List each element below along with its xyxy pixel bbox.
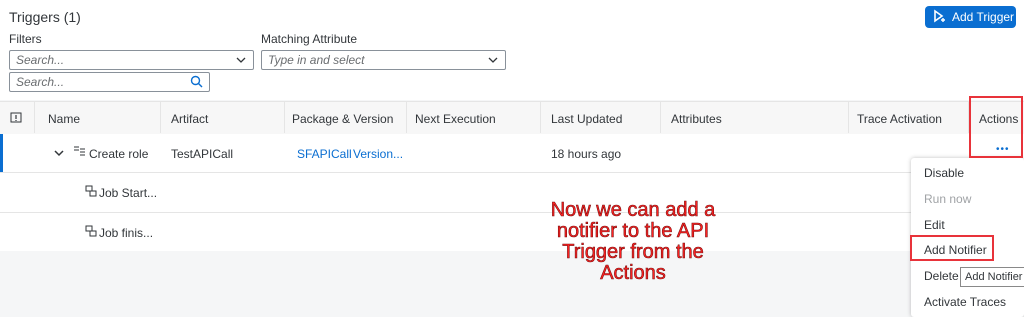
subrow-name: Job finis...	[99, 226, 154, 240]
column-header-attributes[interactable]: Attributes	[671, 112, 722, 126]
annotation-text: Now we can add a notifier to the API Tri…	[550, 199, 716, 284]
add-trigger-icon	[933, 8, 947, 26]
column-divider	[34, 101, 35, 133]
filters-label: Filters	[9, 32, 42, 46]
column-divider	[160, 101, 161, 133]
column-divider	[284, 101, 285, 133]
column-divider	[848, 101, 849, 133]
artifact-name: TestAPICall	[171, 147, 234, 161]
filters-search-input[interactable]: Search...	[9, 50, 254, 70]
column-header-name[interactable]: Name	[48, 112, 80, 126]
alert-column-icon	[10, 112, 22, 127]
add-trigger-label: Add Trigger	[952, 10, 1015, 24]
column-divider	[540, 101, 541, 133]
column-divider	[660, 101, 661, 133]
highlight-add-notifier	[910, 235, 994, 261]
subrow-name: Job Start...	[99, 186, 158, 200]
column-header-trace-activation[interactable]: Trace Activation	[857, 112, 942, 126]
job-event-icon	[85, 185, 97, 200]
search-placeholder: Search...	[16, 75, 65, 89]
trigger-name: Create role	[89, 147, 149, 161]
column-divider	[406, 101, 407, 133]
job-event-icon	[85, 225, 97, 240]
menu-item-activate-traces[interactable]: Activate Traces	[924, 295, 1006, 309]
matching-attribute-input[interactable]: Type in and select	[261, 50, 506, 70]
row-selection-indicator	[0, 134, 3, 172]
table-search-input[interactable]: Search...	[9, 72, 210, 92]
column-header-artifact[interactable]: Artifact	[171, 112, 208, 126]
filters-placeholder: Search...	[16, 53, 65, 67]
highlight-actions-column	[969, 96, 1023, 158]
search-icon[interactable]	[190, 75, 203, 91]
chevron-down-icon[interactable]	[235, 54, 247, 69]
menu-item-edit[interactable]: Edit	[924, 218, 945, 232]
tooltip: Add Notifier	[960, 267, 1024, 287]
package-link[interactable]: SFAPICall	[297, 147, 352, 161]
last-updated-value: 18 hours ago	[551, 147, 622, 161]
expand-chevron-icon[interactable]	[53, 147, 65, 162]
menu-item-delete[interactable]: Delete	[924, 269, 959, 283]
table-row[interactable]: Job Start...	[0, 173, 1024, 213]
empty-area	[0, 251, 1024, 317]
column-header-next-execution[interactable]: Next Execution	[415, 112, 496, 126]
matching-placeholder: Type in and select	[268, 53, 365, 67]
page-title: Triggers (1)	[9, 9, 81, 25]
table-row[interactable]: Job finis...	[0, 213, 1024, 252]
add-trigger-button[interactable]: Add Trigger	[925, 6, 1016, 28]
chevron-down-icon[interactable]	[487, 54, 499, 69]
table-row[interactable]: Create role TestAPICall SFAPICall Versio…	[0, 134, 1024, 173]
menu-item-run-now: Run now	[924, 192, 972, 206]
column-header-package[interactable]: Package & Version	[292, 112, 393, 126]
matching-attribute-label: Matching Attribute	[261, 32, 358, 46]
version-link[interactable]: Version...	[353, 147, 403, 161]
trigger-type-icon	[73, 145, 86, 160]
column-header-last-updated[interactable]: Last Updated	[551, 112, 622, 126]
menu-item-disable[interactable]: Disable	[924, 166, 964, 180]
